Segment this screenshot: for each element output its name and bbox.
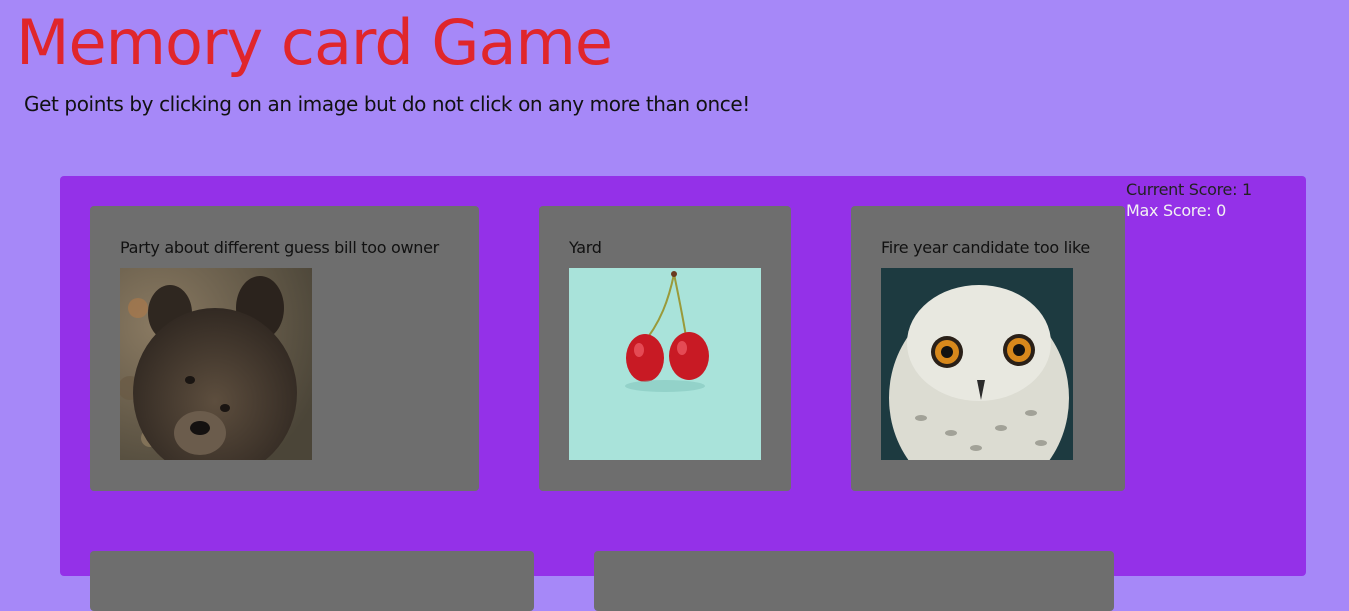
memory-card-4[interactable] xyxy=(90,551,534,611)
memory-card-cherries[interactable]: Yard xyxy=(539,206,791,491)
scoreboard: Current Score: 1 Max Score: 0 xyxy=(1126,179,1252,221)
max-score: Max Score: 0 xyxy=(1126,201,1227,220)
owl-photo-icon xyxy=(881,268,1073,460)
memory-card-5[interactable] xyxy=(594,551,1114,611)
bear-image[interactable] xyxy=(120,268,312,460)
card-label: Fire year candidate too like xyxy=(881,238,1090,257)
bear-photo-icon xyxy=(120,268,312,460)
card-label: Party about different guess bill too own… xyxy=(120,238,439,257)
memory-card-owl[interactable]: Fire year candidate too like xyxy=(851,206,1125,491)
memory-card-bear[interactable]: Party about different guess bill too own… xyxy=(90,206,479,491)
current-score: Current Score: 1 xyxy=(1126,180,1252,199)
owl-image[interactable] xyxy=(881,268,1073,460)
cherries-image[interactable] xyxy=(569,268,761,460)
card-label: Yard xyxy=(569,238,602,257)
cherries-photo-icon xyxy=(569,268,761,460)
page-title: Memory card Game xyxy=(16,6,613,79)
page-subtitle: Get points by clicking on an image but d… xyxy=(24,92,750,116)
